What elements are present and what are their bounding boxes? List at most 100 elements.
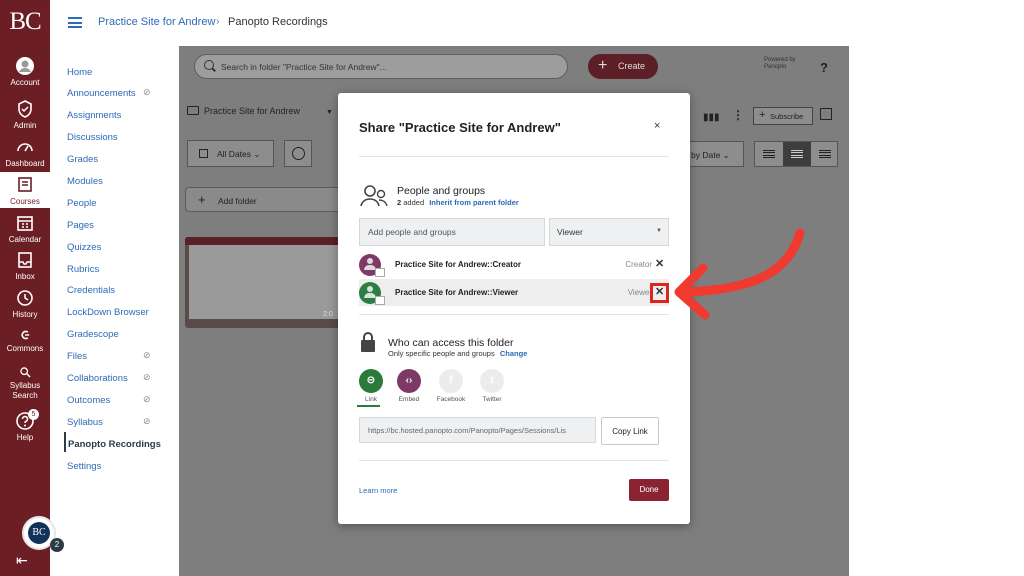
list-view-icon <box>819 150 831 158</box>
share-option-twitter[interactable]: t Twitter <box>477 369 507 403</box>
course-nav-item[interactable]: Outcomes ⊘ <box>67 394 151 406</box>
course-nav-item[interactable]: Pages <box>67 220 94 231</box>
view-list-button[interactable] <box>811 142 839 166</box>
breadcrumb-current: Panopto Recordings <box>228 16 328 28</box>
folder-dropdown[interactable]: Practice Site for Andrew ▼ <box>187 106 333 116</box>
nav-commons-label: Commons <box>6 344 44 353</box>
view-detail-button[interactable] <box>783 142 811 166</box>
share-link-field[interactable]: https://bc.hosted.panopto.com/Panopto/Pa… <box>359 417 596 443</box>
group-badge-icon <box>375 296 385 305</box>
nav-calendar[interactable]: Calendar <box>0 213 50 244</box>
nav-admin[interactable]: Admin <box>0 99 50 130</box>
share-option-link[interactable]: ⊝ Link <box>356 369 386 407</box>
bc-logo[interactable]: BC <box>0 8 50 36</box>
panopto-help-icon[interactable]: ? <box>820 60 828 75</box>
folder-search-input[interactable]: Search in folder "Practice Site for Andr… <box>194 54 568 79</box>
course-nav-label: Pages <box>67 220 94 231</box>
nav-courses-label: Courses <box>10 197 40 206</box>
nav-commons[interactable]: Commons <box>0 328 50 353</box>
all-dates-filter[interactable]: All Dates ⌄ <box>187 140 274 167</box>
close-icon[interactable]: × <box>654 120 660 132</box>
nav-account[interactable]: Account <box>0 56 50 87</box>
change-access-link[interactable]: Change <box>500 349 528 358</box>
nav-dashboard-label: Dashboard <box>5 159 45 168</box>
open-external-icon[interactable] <box>820 108 832 120</box>
course-nav-item[interactable]: Quizzes <box>67 242 101 253</box>
subscribe-button[interactable]: + Subscribe <box>753 107 813 125</box>
hidden-eye-icon: ⊘ <box>143 416 151 426</box>
course-nav-label: Quizzes <box>67 242 102 253</box>
course-nav-item[interactable]: Collaborations ⊘ <box>67 372 151 384</box>
nav-history-label: History <box>12 310 38 319</box>
course-nav-label: Discussions <box>67 132 118 143</box>
plus-icon: + <box>198 192 206 207</box>
more-options-icon[interactable]: ⋮ <box>732 108 744 122</box>
selected-underline <box>357 405 380 407</box>
share-option-facebook[interactable]: f Facebook <box>436 369 466 403</box>
create-button[interactable]: + Create <box>588 54 658 79</box>
permission-name: Practice Site for Andrew::Viewer <box>395 288 519 297</box>
nav-dashboard[interactable]: Dashboard <box>0 137 50 168</box>
people-groups-subtitle: 2 added Inherit from parent folder <box>397 198 519 207</box>
breadcrumb-course[interactable]: Practice Site for Andrew <box>98 16 215 28</box>
copy-link-button[interactable]: Copy Link <box>601 417 659 445</box>
learn-more-link[interactable]: Learn more <box>359 486 397 495</box>
course-nav-item[interactable]: Panopto Recordings <box>68 439 161 450</box>
link-icon: ⊝ <box>359 369 383 393</box>
course-nav-item[interactable]: Rubrics <box>67 264 99 275</box>
add-people-input[interactable]: Add people and groups <box>359 218 545 246</box>
role-select-value: Viewer <box>557 227 583 237</box>
course-nav-item[interactable]: LockDown Browser <box>67 307 149 318</box>
nav-syllabus-search[interactable]: Syllabus Search <box>0 366 50 401</box>
subscribe-label: Subscribe <box>770 112 804 121</box>
done-button[interactable]: Done <box>629 479 669 501</box>
hamburger-menu-icon[interactable] <box>68 17 82 28</box>
course-nav-item[interactable]: Discussions <box>67 132 118 143</box>
share-option-embed[interactable]: ‹› Embed <box>394 369 424 403</box>
nav-help-label: Help <box>16 433 34 442</box>
time-filter-button[interactable] <box>284 140 312 167</box>
avatar-initials: BC <box>28 522 50 544</box>
nav-help[interactable]: 5 Help <box>0 409 50 442</box>
course-nav-item[interactable]: People <box>67 198 97 209</box>
hidden-eye-icon: ⊘ <box>143 394 151 404</box>
remove-creator-icon[interactable]: ✕ <box>655 257 664 270</box>
course-nav-item[interactable]: Home <box>67 67 92 78</box>
course-nav-item[interactable]: Gradescope <box>67 329 119 340</box>
plus-icon: + <box>598 57 608 74</box>
course-nav-item[interactable]: Grades <box>67 154 98 165</box>
nav-courses[interactable]: Courses <box>0 172 50 208</box>
session-thumbnail[interactable]: 2:0 <box>185 237 345 328</box>
course-nav: Home Announcements ⊘ Assignments Discussions… <box>50 46 178 576</box>
permission-row-creator: Practice Site for Andrew::Creator Creato… <box>359 251 669 278</box>
nav-history[interactable]: History <box>0 288 50 319</box>
nav-calendar-label: Calendar <box>8 235 42 244</box>
course-nav-item[interactable]: Assignments <box>67 110 121 121</box>
add-folder-button[interactable]: + Add folder <box>185 187 345 212</box>
calendar-icon <box>199 149 208 158</box>
calendar-icon <box>17 216 33 231</box>
course-nav-item[interactable]: Modules <box>67 176 103 187</box>
course-nav-item[interactable]: Syllabus ⊘ <box>67 416 151 428</box>
admin-icon <box>18 100 32 118</box>
course-nav-item[interactable]: Files ⊘ <box>67 350 151 362</box>
inherit-link[interactable]: Inherit from parent folder <box>429 198 519 207</box>
stats-icon[interactable]: ▮▮▮ <box>703 112 720 123</box>
view-grid-button[interactable] <box>755 142 783 166</box>
course-nav-label: Assignments <box>67 110 122 121</box>
course-header: Practice Site for Andrew › Panopto Recor… <box>50 0 1024 46</box>
course-nav-label: Modules <box>67 176 103 187</box>
course-nav-item[interactable]: Announcements ⊘ <box>67 87 151 99</box>
account-icon <box>16 57 34 75</box>
added-text: added <box>403 198 425 207</box>
nav-inbox[interactable]: Inbox <box>0 250 50 281</box>
course-nav-item[interactable]: Credentials <box>67 285 115 296</box>
share-option-label: Embed <box>398 396 420 403</box>
sort-dropdown[interactable]: by Date ⌄ <box>684 141 744 167</box>
role-select[interactable]: Viewer ▼ <box>549 218 669 246</box>
people-groups-icon <box>360 185 388 207</box>
course-nav-label: Outcomes <box>67 395 111 406</box>
permission-role: Creator <box>625 260 652 269</box>
collapse-nav-icon[interactable]: ⇤ <box>16 552 28 569</box>
course-nav-item[interactable]: Settings <box>67 461 101 472</box>
